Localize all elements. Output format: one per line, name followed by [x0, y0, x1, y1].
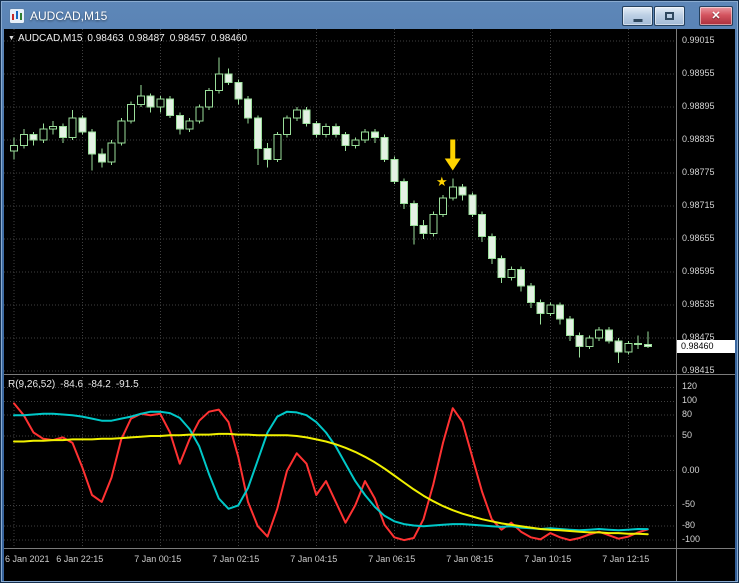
- time-axis-label: 6 Jan 22:15: [56, 554, 103, 564]
- window-controls: ✕: [621, 6, 733, 26]
- indicator-value-3: -91.5: [116, 379, 139, 390]
- minimize-button[interactable]: [622, 6, 653, 26]
- price-axis-label: 0.98535: [682, 299, 715, 309]
- chart-app-icon: [9, 8, 25, 24]
- price-axis-label: 0.98475: [682, 332, 715, 342]
- pane-separator[interactable]: [4, 374, 735, 375]
- time-axis-label: 6 Jan 2021: [5, 554, 50, 564]
- main-chart-pane[interactable]: ★ ▼AUDCAD,M15 0.98463 0.98487 0.98457 0.9846…: [4, 29, 676, 374]
- indicator-value-2: -84.2: [88, 379, 111, 390]
- symbol-ohlc-label: ▼AUDCAD,M15 0.98463 0.98487 0.98457 0.98460: [8, 33, 252, 44]
- close-icon: ✕: [711, 11, 720, 22]
- indicator-axis-label: 0.00: [682, 465, 700, 475]
- time-axis-label: 7 Jan 12:15: [602, 554, 649, 564]
- price-axis-label: 0.98415: [682, 365, 715, 375]
- chart-client-area: ★ ▼AUDCAD,M15 0.98463 0.98487 0.98457 0.9846…: [4, 29, 735, 581]
- time-axis-label: 7 Jan 06:15: [368, 554, 415, 564]
- maximize-icon: [665, 12, 674, 20]
- price-axis-label: 0.98775: [682, 167, 715, 177]
- indicator-axis[interactable]: 120 100 80 50 0.00 -50 -80 -100: [677, 377, 735, 547]
- indicator-axis-label: -80: [682, 520, 695, 530]
- price-axis-label: 0.98715: [682, 200, 715, 210]
- price-axis-label: 0.98895: [682, 101, 715, 111]
- indicator-axis-label: 50: [682, 430, 692, 440]
- ohlc-open: 0.98463: [87, 33, 123, 44]
- time-axis-label: 7 Jan 00:15: [134, 554, 181, 564]
- window-title: AUDCAD,M15: [30, 9, 107, 23]
- indicator-pane[interactable]: R(9,26,52) -84.6 -84.2 -91.5: [4, 377, 676, 547]
- time-axis-label: 7 Jan 02:15: [212, 554, 259, 564]
- time-axis[interactable]: 6 Jan 2021 6 Jan 22:15 7 Jan 00:15 7 Jan 02…: [4, 549, 735, 581]
- indicator-axis-label: -100: [682, 534, 700, 544]
- symbol-marker-icon: ▼: [8, 35, 15, 42]
- indicator-axis-label: 120: [682, 381, 697, 391]
- ohlc-high: 0.98487: [129, 33, 165, 44]
- time-axis-label: 7 Jan 04:15: [290, 554, 337, 564]
- ohlc-close: 0.98460: [211, 33, 247, 44]
- oscillator-line-fast: [14, 403, 648, 540]
- price-axis-label: 0.98835: [682, 134, 715, 144]
- indicator-value-1: -84.6: [60, 379, 83, 390]
- time-axis-label: 7 Jan 08:15: [446, 554, 493, 564]
- close-button[interactable]: ✕: [699, 6, 733, 26]
- star-icon[interactable]: ★: [436, 174, 448, 189]
- sell-arrow-icon[interactable]: [445, 140, 461, 171]
- mt4-chart-window: AUDCAD,M15 ✕ ★ ▼AUDCAD,M150.984630.98487…: [0, 0, 739, 583]
- price-axis[interactable]: 0.98460 0.990150.989550.988950.988350.98…: [677, 29, 735, 374]
- indicator-axis-label: -50: [682, 499, 695, 509]
- indicator-name: R(9,26,52): [8, 379, 55, 390]
- indicator-label: R(9,26,52) -84.6 -84.2 -91.5: [8, 379, 144, 390]
- window-titlebar[interactable]: AUDCAD,M15 ✕: [4, 1, 735, 29]
- indicator-axis-label: 80: [682, 409, 692, 419]
- indicator-axis-label: 100: [682, 395, 697, 405]
- ohlc-low: 0.98457: [170, 33, 206, 44]
- time-axis-label: 7 Jan 10:15: [524, 554, 571, 564]
- maximize-button[interactable]: [654, 6, 685, 26]
- price-axis-label: 0.98595: [682, 266, 715, 276]
- price-axis-label: 0.98955: [682, 68, 715, 78]
- price-axis-label: 0.99015: [682, 35, 715, 45]
- price-axis-label: 0.98655: [682, 233, 715, 243]
- symbol-name: AUDCAD,M15: [18, 33, 82, 44]
- minimize-icon: [633, 19, 642, 22]
